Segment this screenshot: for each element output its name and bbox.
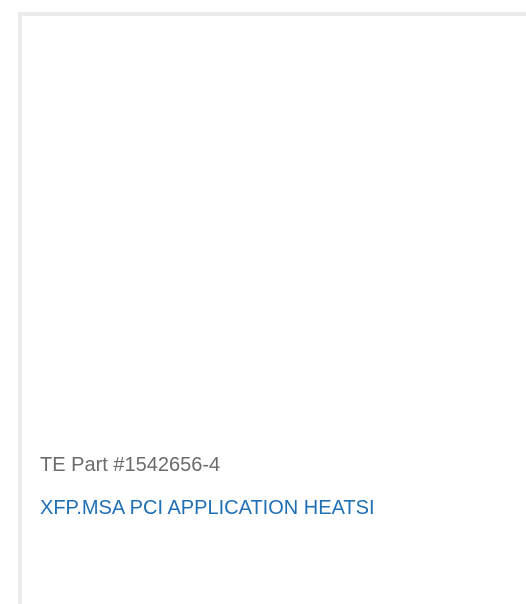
product-title-link[interactable]: XFP.MSA PCI APPLICATION HEATSI	[40, 497, 375, 520]
product-card[interactable]: TE Part #1542656-4 XFP.MSA PCI APPLICATI…	[18, 12, 526, 604]
product-image-placeholder[interactable]	[22, 16, 526, 436]
page: TE Part #1542656-4 XFP.MSA PCI APPLICATI…	[0, 0, 526, 604]
part-number-label: TE Part #1542656-4	[40, 454, 221, 476]
